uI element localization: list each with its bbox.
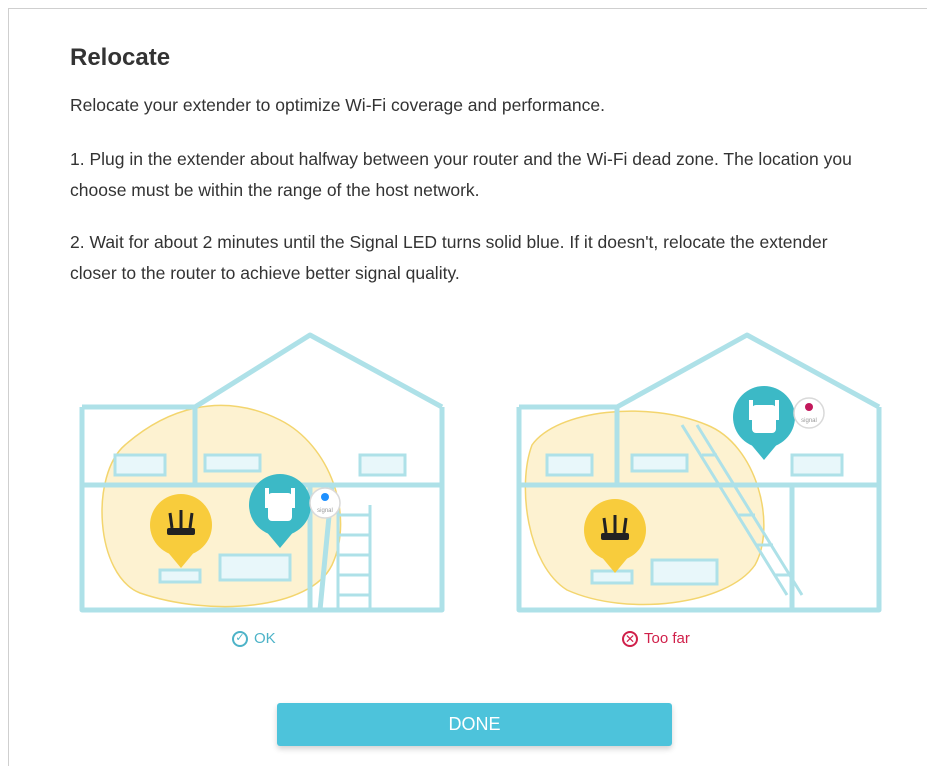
ok-label: OK — [254, 630, 276, 647]
step-1-text: 1. Plug in the extender about halfway be… — [70, 149, 852, 200]
signal-label: signal — [801, 418, 817, 424]
too-far-status: ✕ Too far — [622, 630, 690, 647]
page-title: Relocate — [70, 44, 171, 71]
step-2-text: 2. Wait for about 2 minutes until the Si… — [70, 232, 828, 283]
ok-status: ✓ OK — [232, 630, 276, 647]
signal-label: signal — [317, 508, 333, 514]
too-far-label: Too far — [644, 630, 690, 647]
x-circle-icon: ✕ — [622, 630, 638, 647]
done-button[interactable]: DONE — [277, 703, 672, 746]
check-circle-icon: ✓ — [232, 630, 248, 647]
too-far-placement-illustration: signal — [516, 332, 882, 613]
intro-text: Relocate your extender to optimize Wi-Fi… — [70, 95, 605, 115]
ok-placement-illustration: signal — [79, 332, 445, 613]
